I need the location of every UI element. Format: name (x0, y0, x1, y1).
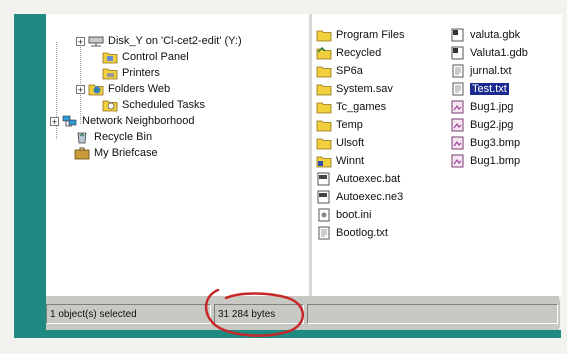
file-item[interactable]: System.sav (316, 82, 393, 96)
file-item[interactable]: Ulsoft (316, 136, 364, 150)
file-item[interactable]: Temp (316, 118, 363, 132)
tree-item-label: Control Panel (122, 51, 189, 63)
expand-toggle-icon[interactable]: + (76, 36, 85, 46)
tree-item[interactable]: + Network Neighborhood (50, 114, 195, 128)
file-item[interactable]: Bug1.bmp (450, 154, 520, 168)
tree-item[interactable]: My Briefcase (62, 146, 158, 160)
folder-tree-pane[interactable]: + Disk_Y on 'Cl-cet2-edit' (Y:) Control Pa… (46, 14, 311, 296)
text-file-icon (450, 82, 466, 96)
file-item[interactable]: jurnal.txt (450, 64, 512, 78)
tree-item-label: My Briefcase (94, 147, 158, 159)
file-item-label: boot.ini (336, 209, 372, 221)
file-item-label: Bug2.jpg (470, 119, 514, 131)
network-drive-icon (88, 34, 104, 48)
file-item-label: valuta.gbk (470, 29, 521, 41)
file-item-label: Ulsoft (336, 137, 365, 149)
file-item[interactable]: SP6a (316, 64, 363, 78)
file-item[interactable]: Program Files (316, 28, 404, 42)
tree-item-label: Disk_Y on 'Cl-cet2-edit' (Y:) (108, 35, 242, 47)
folder-icon (316, 118, 332, 132)
file-item[interactable]: valuta.gbk (450, 28, 520, 42)
file-item[interactable]: Recycled (316, 46, 381, 60)
file-item[interactable]: Autoexec.ne3 (316, 190, 403, 204)
tree-item-label: Network Neighborhood (82, 115, 195, 127)
file-item-label: Recycled (336, 47, 382, 59)
image-file-icon (450, 100, 466, 114)
text-file-icon (450, 64, 466, 78)
tree-item-label: Folders Web (108, 83, 171, 95)
file-item[interactable]: Bug3.bmp (450, 136, 520, 150)
tree-item[interactable]: Scheduled Tasks (90, 98, 205, 112)
file-item-label: Test.txt (470, 83, 509, 95)
file-item-label: jurnal.txt (470, 65, 512, 77)
file-item-label: Tc_games (336, 101, 387, 113)
recycle-folder-icon (316, 46, 332, 60)
folder-icon (316, 28, 332, 42)
database-file-icon (450, 28, 466, 42)
tree-item[interactable]: Recycle Bin (62, 130, 152, 144)
tree-item-label: Printers (122, 67, 160, 79)
status-empty-panel (307, 304, 558, 324)
tree-item-label: Recycle Bin (94, 131, 153, 143)
status-size: 31 284 bytes (214, 304, 304, 324)
expand-toggle-icon[interactable]: + (50, 116, 59, 126)
tree-item[interactable]: + Disk_Y on 'Cl-cet2-edit' (Y:) (76, 34, 242, 48)
file-item-label: Bug1.bmp (470, 155, 521, 167)
desktop-background-bottom (14, 330, 561, 338)
file-list-pane[interactable]: Program Files Recycled SP6a System.sav Tc_ga… (312, 14, 562, 296)
file-item-label: Winnt (336, 155, 365, 167)
file-item-label: System.sav (336, 83, 393, 95)
batch-file-icon (316, 172, 332, 186)
tree-item[interactable]: + Folders Web (76, 82, 170, 96)
file-item[interactable]: Bug2.jpg (450, 118, 513, 132)
network-icon (62, 114, 78, 128)
text-file-icon (316, 226, 332, 240)
file-item-label: Autoexec.bat (336, 173, 401, 185)
expand-toggle-icon[interactable]: + (76, 84, 85, 94)
ini-file-icon (316, 208, 332, 222)
recycle-bin-icon (74, 130, 90, 144)
file-item-label: Autoexec.ne3 (336, 191, 404, 203)
folder-icon (316, 136, 332, 150)
tree-line (80, 38, 81, 124)
file-item[interactable]: Valuta1.gdb (450, 46, 528, 60)
file-item-label: Temp (336, 119, 363, 131)
file-item[interactable]: Tc_games (316, 100, 386, 114)
file-item[interactable]: Winnt (316, 154, 364, 168)
file-item-label: Program Files (336, 29, 405, 41)
tree-item-label: Scheduled Tasks (122, 99, 205, 111)
briefcase-icon (74, 146, 90, 160)
file-item-label: Bootlog.txt (336, 227, 388, 239)
database-file-icon (450, 46, 466, 60)
batch-file-icon (316, 190, 332, 204)
desktop-background (14, 14, 46, 336)
file-item[interactable]: Test.txt (450, 82, 509, 96)
file-item-label: Bug1.jpg (470, 101, 514, 113)
folder-icon (316, 64, 332, 78)
status-selected-count: 1 object(s) selected (46, 304, 211, 324)
image-file-icon (450, 154, 466, 168)
file-item[interactable]: Autoexec.bat (316, 172, 400, 186)
file-item[interactable]: boot.ini (316, 208, 371, 222)
file-item[interactable]: Bug1.jpg (450, 100, 513, 114)
folder-icon (316, 82, 332, 96)
image-file-icon (450, 136, 466, 150)
tree-item[interactable]: Printers (90, 66, 160, 80)
scheduled-tasks-icon (102, 98, 118, 112)
image-file-icon (450, 118, 466, 132)
printers-icon (102, 66, 118, 80)
tree-item[interactable]: Control Panel (90, 50, 189, 64)
control-panel-icon (102, 50, 118, 64)
file-item-label: Valuta1.gdb (470, 47, 528, 59)
file-item-label: SP6a (336, 65, 363, 77)
web-folder-icon (88, 82, 104, 96)
file-item-label: Bug3.bmp (470, 137, 521, 149)
folder-icon (316, 100, 332, 114)
windows-folder-icon (316, 154, 332, 168)
file-item[interactable]: Bootlog.txt (316, 226, 388, 240)
status-bar: 1 object(s) selected 31 284 bytes (46, 300, 560, 328)
